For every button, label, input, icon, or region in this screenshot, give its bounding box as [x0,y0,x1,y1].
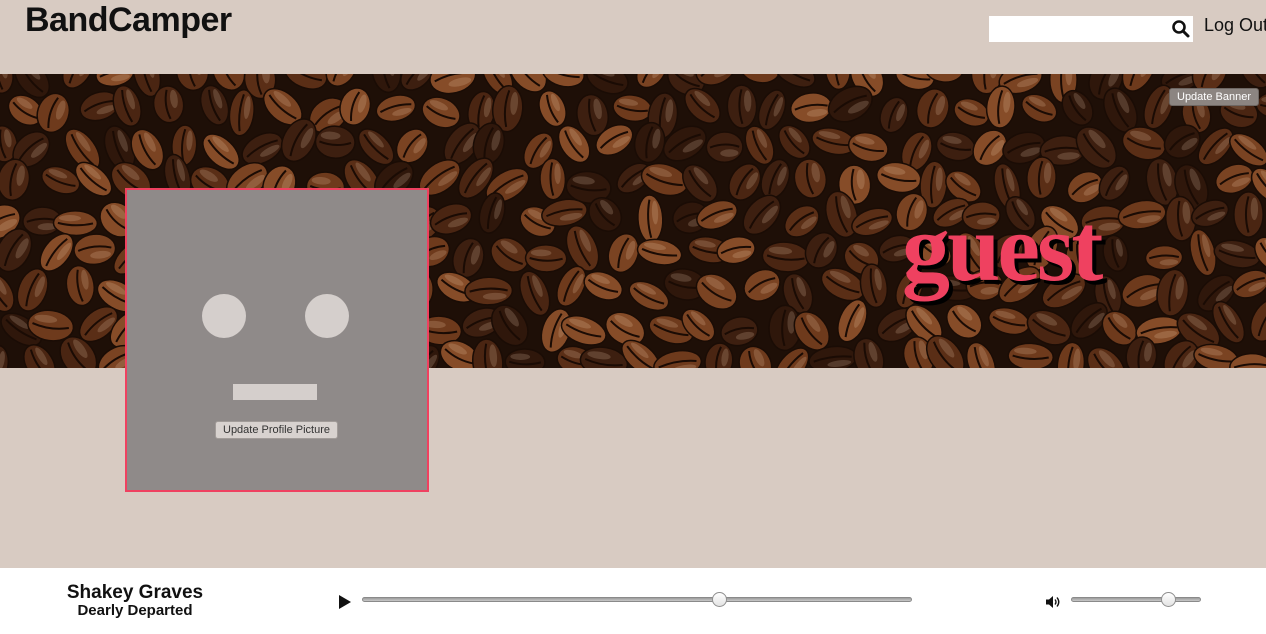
search-icon[interactable] [1171,19,1191,39]
profile-username: guest [902,194,1103,301]
player-track: Dearly Departed [77,602,193,619]
app-logo[interactable]: BandCamper [25,0,232,40]
update-profile-picture-button[interactable]: Update Profile Picture [215,421,338,439]
player-artist: Shakey Graves [66,582,204,603]
search-box [989,16,1193,42]
music-player: Shakey Graves Dearly Departed [0,568,1266,634]
page: BandCamper Log Out Update Banner guest U… [0,0,1266,634]
search-input[interactable] [989,16,1169,42]
profile-picture: Update Profile Picture [125,188,429,492]
avatar-right-eye [305,294,349,338]
volume-slider[interactable] [1071,592,1201,607]
progress-slider[interactable] [362,592,912,607]
update-banner-button[interactable]: Update Banner [1169,88,1259,106]
avatar-left-eye [202,294,246,338]
play-icon[interactable] [338,595,352,609]
avatar-mouth [233,384,317,400]
progress-slider-handle[interactable] [712,592,728,607]
volume-slider-handle[interactable] [1161,592,1176,607]
header: BandCamper Log Out [0,0,1266,74]
logout-link[interactable]: Log Out [1204,14,1266,36]
volume-icon[interactable] [1045,595,1061,609]
